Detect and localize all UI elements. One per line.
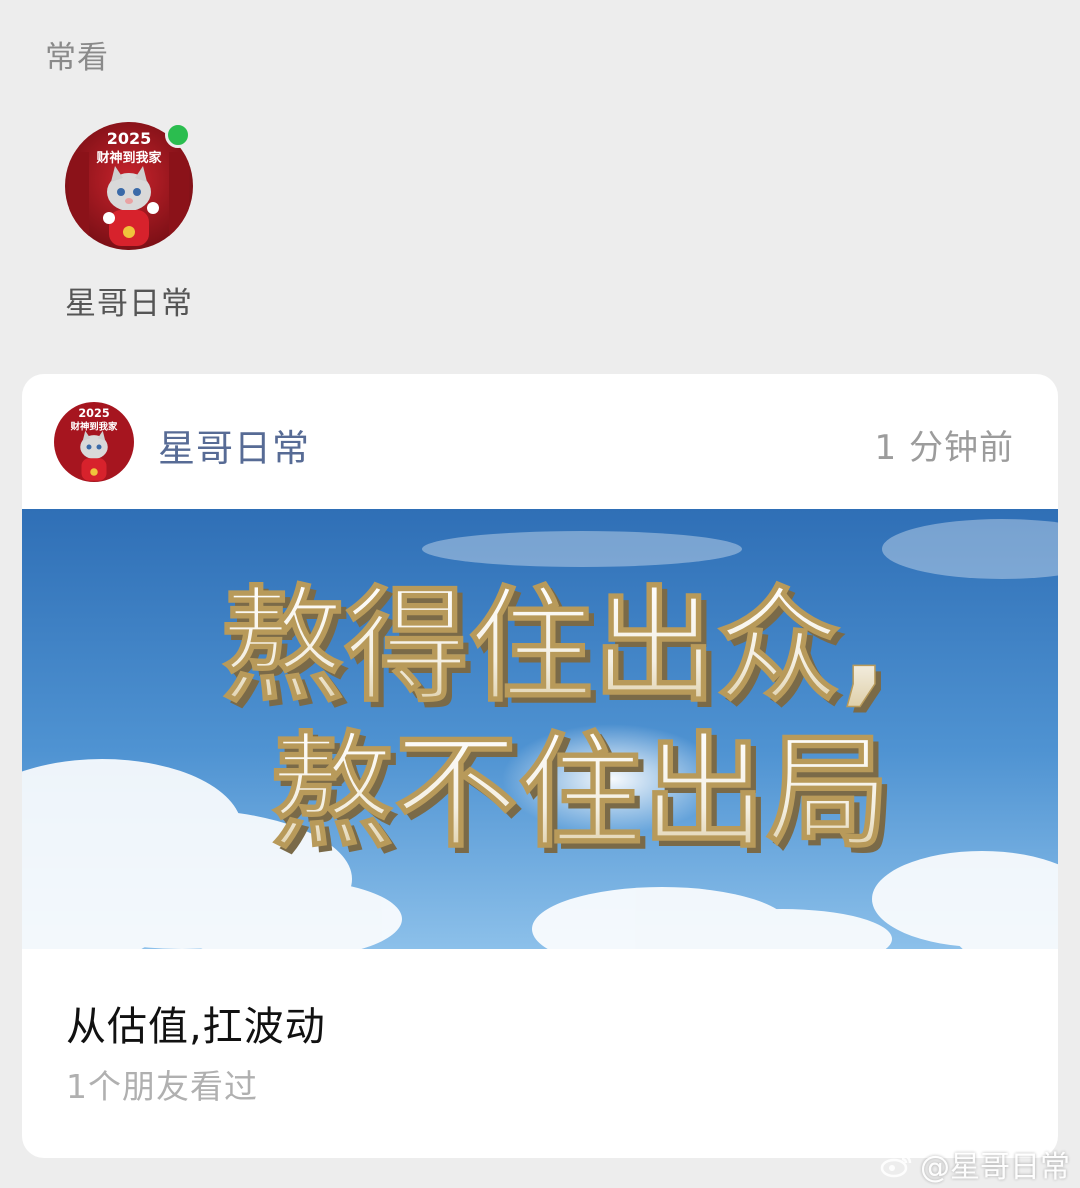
frequent-account-item[interactable]: 2025 财神到我家 星哥日常 [55, 118, 215, 322]
weibo-watermark: @星哥日常 [880, 1142, 1070, 1186]
weibo-icon [880, 1153, 912, 1178]
avatar-caption-text-small: 财神到我家 [70, 421, 118, 433]
article-title[interactable]: 从估值,扛波动 [66, 994, 326, 1052]
avatar-year-text-small: 2025 [78, 407, 109, 420]
card-header: 2025 财神到我家 星哥日常 1 分钟前 [22, 374, 1058, 509]
watermark-text: @星哥日常 [920, 1150, 1070, 1185]
cover-slogan-line2: 熬不住出局 [270, 721, 890, 865]
article-card[interactable]: 2025 财神到我家 星哥日常 1 分钟前 熬得住出众, 熬得住出众, 熬不住出… [22, 374, 1058, 1158]
post-time: 1 分钟前 [874, 428, 1014, 468]
cat-god-of-wealth-avatar-small: 2025 财神到我家 [54, 402, 134, 482]
avatar-year-text: 2025 [107, 129, 152, 148]
section-title: 常看 [45, 40, 109, 76]
wechat-frequently-viewed-page: 常看 2025 财神到我家 星哥日常 2025 财神到我家 星哥日常 1 分钟前… [0, 0, 1080, 1188]
sky-slogan-cover: 熬得住出众, 熬得住出众, 熬不住出局 熬不住出局 [22, 509, 1058, 971]
account-name-link[interactable]: 星哥日常 [158, 418, 310, 472]
cover-slogan-line1: 熬得住出众, [220, 575, 887, 719]
account-avatar[interactable]: 2025 财神到我家 [54, 402, 134, 482]
online-status-dot [165, 122, 191, 148]
friends-viewed-count: 1个朋友看过 [66, 1067, 258, 1106]
frequent-account-name: 星哥日常 [65, 286, 193, 322]
article-cover-image[interactable]: 熬得住出众, 熬得住出众, 熬不住出局 熬不住出局 [22, 509, 1058, 971]
avatar-caption-text: 财神到我家 [96, 150, 162, 166]
